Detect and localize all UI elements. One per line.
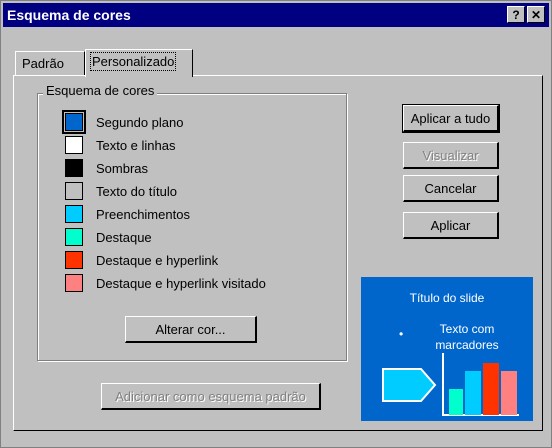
color-item-label: Texto do título [96,184,177,199]
swatch [65,182,83,200]
preview-button[interactable]: Visualizar [403,142,499,169]
color-item-label: Segundo plano [96,115,184,130]
color-item-preenchimentos[interactable]: Preenchimentos [65,205,325,225]
color-item-label: Destaque [96,230,152,245]
color-item-destaque[interactable]: Destaque [65,228,325,248]
tab-personalizado[interactable]: Personalizado [85,49,193,77]
tab-padrao[interactable]: Padrão [15,51,85,75]
color-item-label: Destaque e hyperlink visitado [96,276,266,291]
close-button[interactable]: ✕ [527,6,545,23]
swatch [65,159,83,177]
color-scheme-dialog: Esquema de cores ? ✕ Padrão Personalizad… [0,0,552,448]
swatch [65,205,83,223]
apply-all-button[interactable]: Aplicar a tudo [402,104,500,133]
window-title: Esquema de cores [7,7,131,23]
tab-padrao-label: Padrão [22,56,64,71]
preview-slide: Título do slide • Texto com marcadores [361,277,533,421]
add-standard-scheme-button[interactable]: Adicionar como esquema padrão [101,383,321,410]
color-item-texto-linhas[interactable]: Texto e linhas [65,136,325,156]
swatch [62,110,86,134]
preview-shapes [382,353,519,416]
color-item-destaque-hyperlink[interactable]: Destaque e hyperlink [65,251,325,271]
title-bar[interactable]: Esquema de cores ? ✕ [3,3,549,27]
change-color-button[interactable]: Alterar cor... [125,316,257,343]
swatch [65,136,83,154]
bar-1 [449,389,463,415]
swatch [65,274,83,292]
color-item-destaque-hyperlink-visitado[interactable]: Destaque e hyperlink visitado [65,274,325,294]
cancel-button[interactable]: Cancelar [403,175,499,202]
arrow-shape [382,368,437,402]
bar-3 [483,363,499,415]
color-item-label: Destaque e hyperlink [96,253,219,268]
apply-button[interactable]: Aplicar [403,212,499,239]
color-item-texto-titulo[interactable]: Texto do título [65,182,325,202]
swatch [65,228,83,246]
tab-personalizado-label: Personalizado [89,52,177,71]
color-item-label: Preenchimentos [96,207,190,222]
color-item-label: Sombras [96,161,149,176]
bar-2 [465,371,481,415]
color-item-label: Texto e linhas [96,138,176,153]
groupbox-label: Esquema de cores [43,83,158,98]
help-button[interactable]: ? [507,6,525,23]
color-item-sombras[interactable]: Sombras [65,159,325,179]
bar-4 [501,371,517,415]
color-item-segundo-plano[interactable]: Segundo plano [62,110,325,134]
swatch [65,251,83,269]
